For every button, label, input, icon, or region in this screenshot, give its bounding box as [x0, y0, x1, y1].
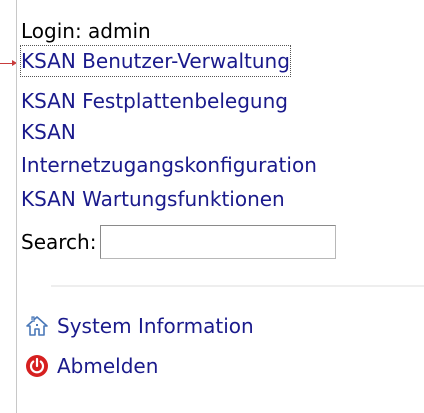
search-label: Search:: [21, 230, 97, 254]
system-information-link[interactable]: System Information: [57, 312, 254, 340]
link-festplattenbelegung[interactable]: KSAN Festplattenbelegung: [21, 86, 288, 116]
link-wartungsfunktionen[interactable]: KSAN Wartungsfunktionen: [21, 184, 285, 214]
power-icon: [25, 354, 49, 378]
sidebar-panel: Login: admin KSAN Benutzer-Verwaltung KS…: [16, 0, 424, 413]
login-status: Login: admin: [21, 19, 151, 43]
link-benutzer-verwaltung[interactable]: KSAN Benutzer-Verwaltung: [20, 45, 291, 77]
search-row: Search:: [21, 224, 337, 260]
link-internetzugang-line2[interactable]: Internetzugangskonfiguration: [21, 150, 317, 180]
link-internetzugang-line1[interactable]: KSAN: [21, 117, 76, 147]
divider: [51, 285, 424, 287]
abmelden-link[interactable]: Abmelden: [57, 352, 158, 380]
nav-system-information[interactable]: System Information: [25, 312, 254, 340]
nav-abmelden[interactable]: Abmelden: [25, 352, 158, 380]
home-icon: [25, 314, 49, 338]
pointer-arrow: [0, 60, 17, 66]
search-input[interactable]: [100, 225, 337, 259]
